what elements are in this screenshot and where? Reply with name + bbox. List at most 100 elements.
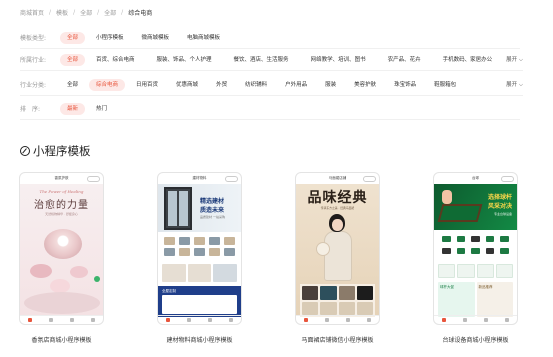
promo-card-title: 新品推荐	[478, 285, 493, 289]
phone-title: 马面裙店铺	[328, 176, 347, 180]
template-card[interactable]: 建材物料 精选建材 质造未来 品质建材 一站采购 全屋定制 建材物料商城小程序模…	[157, 172, 242, 344]
filter-category-foreign-trade[interactable]: 外贸	[209, 79, 234, 91]
breadcrumb-home[interactable]: 商城首页	[20, 8, 44, 17]
filter-category-daily[interactable]: 日用百货	[129, 79, 165, 91]
filter-type-all[interactable]: 全部	[60, 31, 86, 44]
filter-industry-dining[interactable]: 餐饮、酒店、生活服务	[227, 54, 296, 66]
feature-tile	[213, 264, 238, 282]
expand-industry-button[interactable]: 展开 ⌵	[506, 55, 523, 64]
sort-hot[interactable]: 热门	[89, 103, 114, 115]
filter-industry-education[interactable]: 网络教学、培训、图书	[304, 54, 373, 66]
filter-industry-agriculture[interactable]: 农产品、花卉	[381, 54, 428, 66]
category-icon	[209, 237, 220, 245]
template-card[interactable]: 香氛护肤 The Power of Healing 治愈的力量 天然植物精华 ·…	[19, 172, 104, 344]
decor-stone	[50, 279, 70, 293]
cart-icon	[207, 318, 212, 322]
filter-category-general[interactable]: 综合电商	[89, 78, 126, 91]
filter-label: 所属行业:	[20, 57, 47, 64]
category-icon	[500, 236, 509, 242]
template-card[interactable]: 马面裙店铺 品味经典 传承东方之美 · 经典马面裙 马面裙店铺微信小程序模板	[295, 172, 380, 344]
filter-category-shoes-bags[interactable]: 鞋服箱包	[427, 79, 463, 91]
preview-subtitle-en: The Power of Healing	[39, 189, 84, 194]
preview-heading: 精选建材	[200, 198, 225, 205]
filter-category-textile[interactable]: 纺织辅料	[238, 79, 274, 91]
product-thumb	[338, 301, 355, 315]
feature-tile	[438, 264, 456, 278]
model-face	[332, 219, 343, 231]
capsule-icon	[225, 175, 238, 182]
category-icon	[471, 236, 480, 242]
cart-icon	[483, 318, 488, 322]
template-preview[interactable]: 台球 选择球杆 风采对决 专业台球设备 球杆大促 新品推荐	[433, 172, 518, 325]
user-icon	[366, 318, 371, 322]
preview-screen: The Power of Healing 治愈的力量 天然植物精华 · 舒缓身心	[20, 184, 103, 315]
filter-industry-apparel[interactable]: 服装、饰品、个人护理	[150, 54, 219, 66]
product-grid	[300, 284, 375, 317]
category-icon	[194, 237, 205, 245]
category-icon	[179, 237, 190, 245]
product-thumb	[302, 286, 319, 300]
preview-heading: 品味经典	[307, 190, 368, 206]
filter-type-pc-store[interactable]: 电脑商城模板	[180, 32, 227, 44]
category-icon	[194, 248, 205, 256]
tab-bar	[20, 315, 103, 324]
home-icon	[28, 318, 33, 322]
template-name[interactable]: 香氛店商城小程序模板	[19, 335, 104, 344]
tab-bar	[296, 315, 379, 324]
product-image	[44, 229, 82, 259]
filter-industry-all[interactable]: 全部	[60, 53, 86, 66]
section-title-text: 小程序模板	[33, 144, 91, 158]
filter-category-outdoor[interactable]: 户外用品	[278, 79, 314, 91]
filter-category-discount[interactable]: 优惠商城	[169, 79, 205, 91]
phone-header: 香氛护肤	[20, 173, 103, 184]
template-preview[interactable]: 香氛护肤 The Power of Healing 治愈的力量 天然植物精华 ·…	[19, 172, 104, 325]
template-name[interactable]: 马面裙店铺微信小程序模板	[295, 335, 380, 344]
filter-category-jewelry[interactable]: 珠宝饰品	[387, 79, 423, 91]
filter-row-type: 模板类型: 全部 小程序模板 微商城模板 电脑商城模板	[20, 27, 520, 49]
breadcrumb-all-2[interactable]: 全部	[104, 8, 116, 17]
breadcrumb: 商城首页 / 模板 / 全部 / 全部 / 综合电商	[20, 8, 152, 17]
promo-banner-title: 全屋定制	[162, 289, 176, 293]
filter-category-all[interactable]: 全部	[60, 79, 85, 91]
filter-label: 排 序:	[20, 106, 41, 113]
breadcrumb-separator: /	[49, 9, 52, 16]
product-thumb	[356, 301, 373, 315]
phone-header: 马面裙店铺	[296, 173, 379, 184]
hero-banner: 选择球杆 风采对决 专业台球设备	[434, 184, 517, 230]
door-image	[164, 187, 192, 230]
category-icon	[442, 236, 451, 242]
promo-section: 球杆大促 新品推荐	[438, 282, 513, 317]
template-preview[interactable]: 建材物料 精选建材 质造未来 品质建材 一站采购 全屋定制	[157, 172, 242, 325]
expand-category-button[interactable]: 展开 ⌵	[506, 80, 523, 89]
breadcrumb-templates[interactable]: 模板	[56, 8, 68, 17]
filter-industry-digital[interactable]: 手机数码、家居办公	[436, 54, 500, 66]
breadcrumb-all-1[interactable]: 全部	[80, 8, 92, 17]
preview-tagline: 传承东方之美 · 经典马面裙	[320, 206, 355, 210]
cart-icon	[345, 318, 350, 322]
category-grid	[439, 236, 512, 254]
section-title: 小程序模板	[20, 143, 91, 159]
home-icon	[166, 318, 171, 322]
preview-screen: 精选建材 质造未来 品质建材 一站采购 全屋定制	[158, 184, 241, 317]
template-preview[interactable]: 马面裙店铺 品味经典 传承东方之美 · 经典马面裙	[295, 172, 380, 325]
filter-industry-general[interactable]: 百货、综合电商	[89, 54, 142, 66]
tab-bar	[158, 315, 241, 324]
preview-tagline: 天然植物精华 · 舒缓身心	[45, 212, 78, 216]
user-icon	[228, 318, 233, 322]
template-card[interactable]: 台球 选择球杆 风采对决 专业台球设备 球杆大促 新品推荐 台球设备商城小程序模…	[433, 172, 518, 344]
sort-newest[interactable]: 最新	[60, 102, 86, 115]
preview-heading: 治愈的力量	[34, 200, 89, 211]
preview-screen: 选择球杆 风采对决 专业台球设备 球杆大促 新品推荐	[434, 184, 517, 317]
phone-title: 台球	[472, 176, 479, 180]
filter-type-wechat-store[interactable]: 微商城模板	[135, 32, 177, 44]
filter-type-miniprogram[interactable]: 小程序模板	[89, 32, 131, 44]
category-icon	[456, 236, 466, 242]
filter-category-clothing[interactable]: 服装	[318, 79, 343, 91]
category-icon	[325, 318, 330, 322]
feature-tiles	[162, 264, 238, 282]
preview-heading-2: 风采对决	[487, 203, 512, 210]
template-name[interactable]: 台球设备商城小程序模板	[433, 335, 518, 344]
filter-category-beauty[interactable]: 美容护肤	[347, 79, 383, 91]
template-name[interactable]: 建材物料商城小程序模板	[157, 335, 242, 344]
promo-card: 新品推荐	[476, 282, 513, 317]
